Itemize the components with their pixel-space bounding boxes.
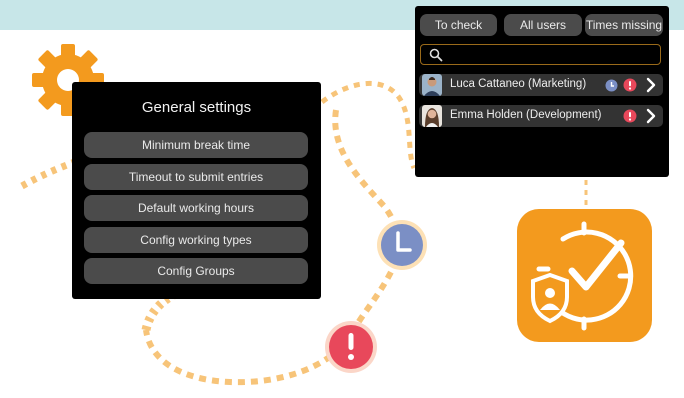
- user-row-luca-cattaneo[interactable]: Luca Cattaneo (Marketing): [419, 74, 663, 96]
- users-panel: To check All users Times missing Luca Ca…: [415, 6, 669, 177]
- tab-all-users[interactable]: All users: [504, 14, 582, 36]
- search-input[interactable]: [447, 47, 656, 64]
- chevron-right-icon[interactable]: [641, 75, 661, 100]
- minimum-break-time-button[interactable]: Minimum break time: [84, 132, 308, 158]
- timeout-submit-entries-button[interactable]: Timeout to submit entries: [84, 164, 308, 190]
- clock-icon: [376, 219, 428, 276]
- config-working-types-button[interactable]: Config working types: [84, 227, 308, 253]
- alert-icon: [623, 78, 637, 97]
- avatar: [422, 105, 442, 127]
- tab-to-check[interactable]: To check: [420, 14, 497, 36]
- search-icon: [429, 48, 443, 67]
- tab-times-missing[interactable]: Times missing: [585, 14, 663, 36]
- settings-title: General settings: [141, 99, 252, 116]
- alert-icon: [324, 320, 378, 379]
- alert-icon: [623, 109, 637, 128]
- avatar: [422, 74, 442, 96]
- chevron-right-icon[interactable]: [641, 106, 661, 131]
- user-name: Emma Holden (Development): [450, 109, 602, 121]
- user-row-emma-holden[interactable]: Emma Holden (Development): [419, 105, 663, 127]
- clock-check-shield-icon: [517, 209, 652, 342]
- default-working-hours-button[interactable]: Default working hours: [84, 195, 308, 221]
- user-name: Luca Cattaneo (Marketing): [450, 78, 587, 90]
- general-settings-panel: General settings Minimum break time Time…: [72, 82, 321, 299]
- clock-icon: [605, 79, 618, 97]
- search-box: [420, 44, 661, 65]
- config-groups-button[interactable]: Config Groups: [84, 258, 308, 284]
